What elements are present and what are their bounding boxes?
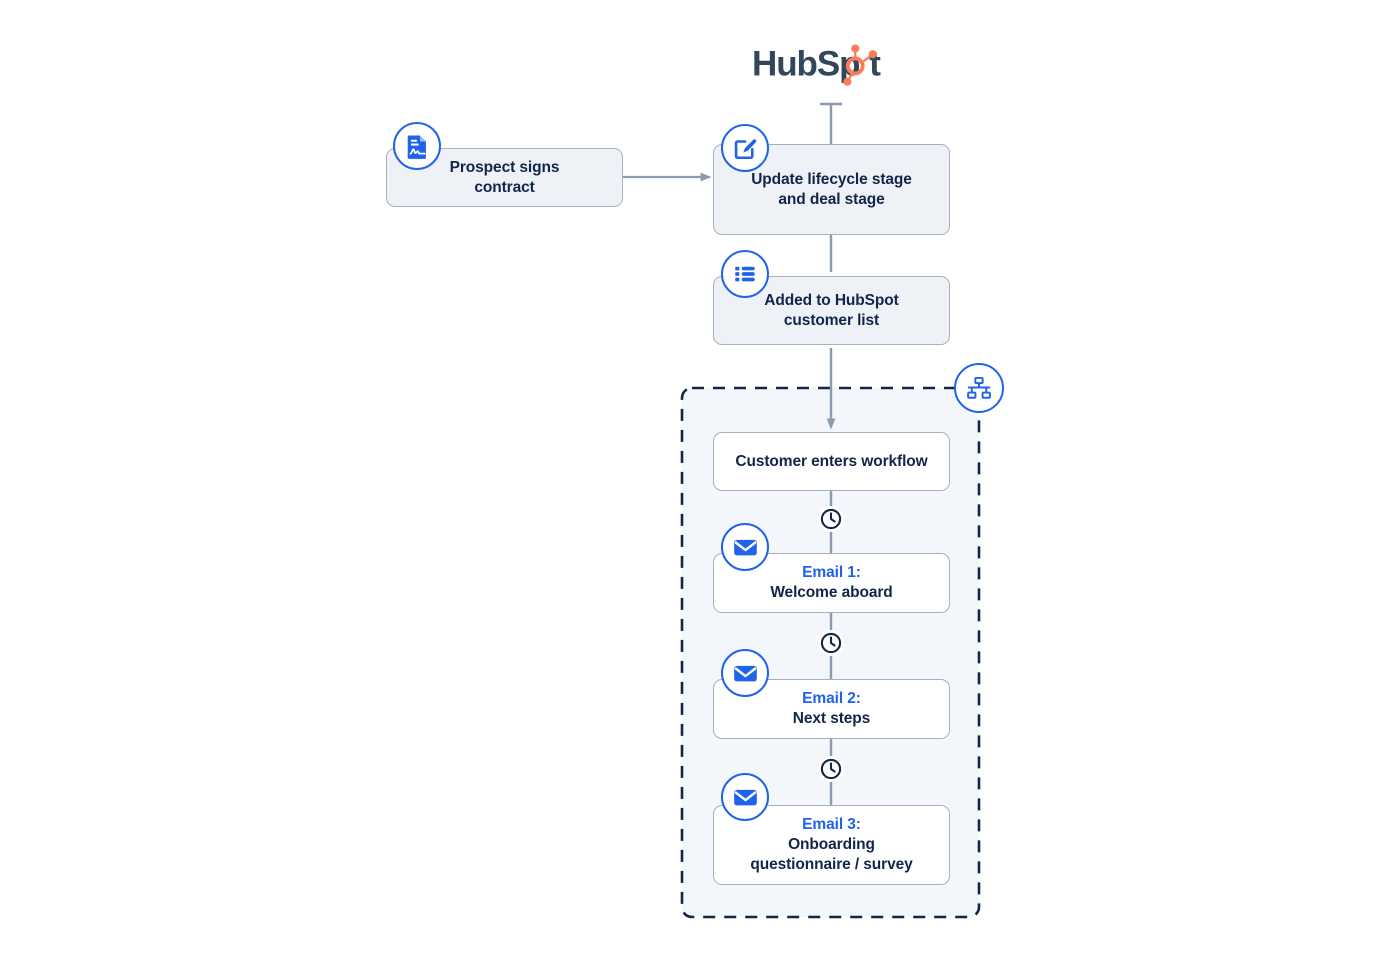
diagram-canvas: HubSp t Prospect signs contract Update l… xyxy=(0,0,1392,964)
node-label-line: customer list xyxy=(783,311,880,329)
node-label-line: Welcome aboard xyxy=(770,584,893,601)
list-icon xyxy=(721,250,769,298)
hubspot-logo-text: HubSp xyxy=(752,45,860,84)
node-label-line: Added to HubSpot xyxy=(764,291,899,309)
node-label-line: questionnaire / survey xyxy=(750,856,913,873)
envelope-icon xyxy=(721,523,769,571)
node-label-accent: Email 3: xyxy=(802,816,861,833)
envelope-icon xyxy=(721,773,769,821)
node-label-line: Update lifecycle stage xyxy=(751,170,912,188)
node-label-line: Onboarding xyxy=(788,836,875,853)
hubspot-logo-text-tail: t xyxy=(869,45,881,84)
node-label-line: and deal stage xyxy=(778,190,885,208)
signed-document-icon xyxy=(393,122,441,170)
envelope-icon xyxy=(721,649,769,697)
hubspot-logo: HubSp t xyxy=(752,44,892,88)
node-label-line: contract xyxy=(474,178,535,196)
clock-icon xyxy=(818,506,844,532)
clock-icon xyxy=(818,756,844,782)
node-customer-enters-workflow[interactable]: Customer enters workflow xyxy=(713,432,950,491)
connector-layer xyxy=(623,102,981,919)
node-label-line: Customer enters workflow xyxy=(735,452,928,470)
workflow-hierarchy-icon xyxy=(954,363,1004,413)
clock-icon xyxy=(818,630,844,656)
edit-icon xyxy=(721,124,769,172)
node-label-line: Next steps xyxy=(792,710,871,727)
